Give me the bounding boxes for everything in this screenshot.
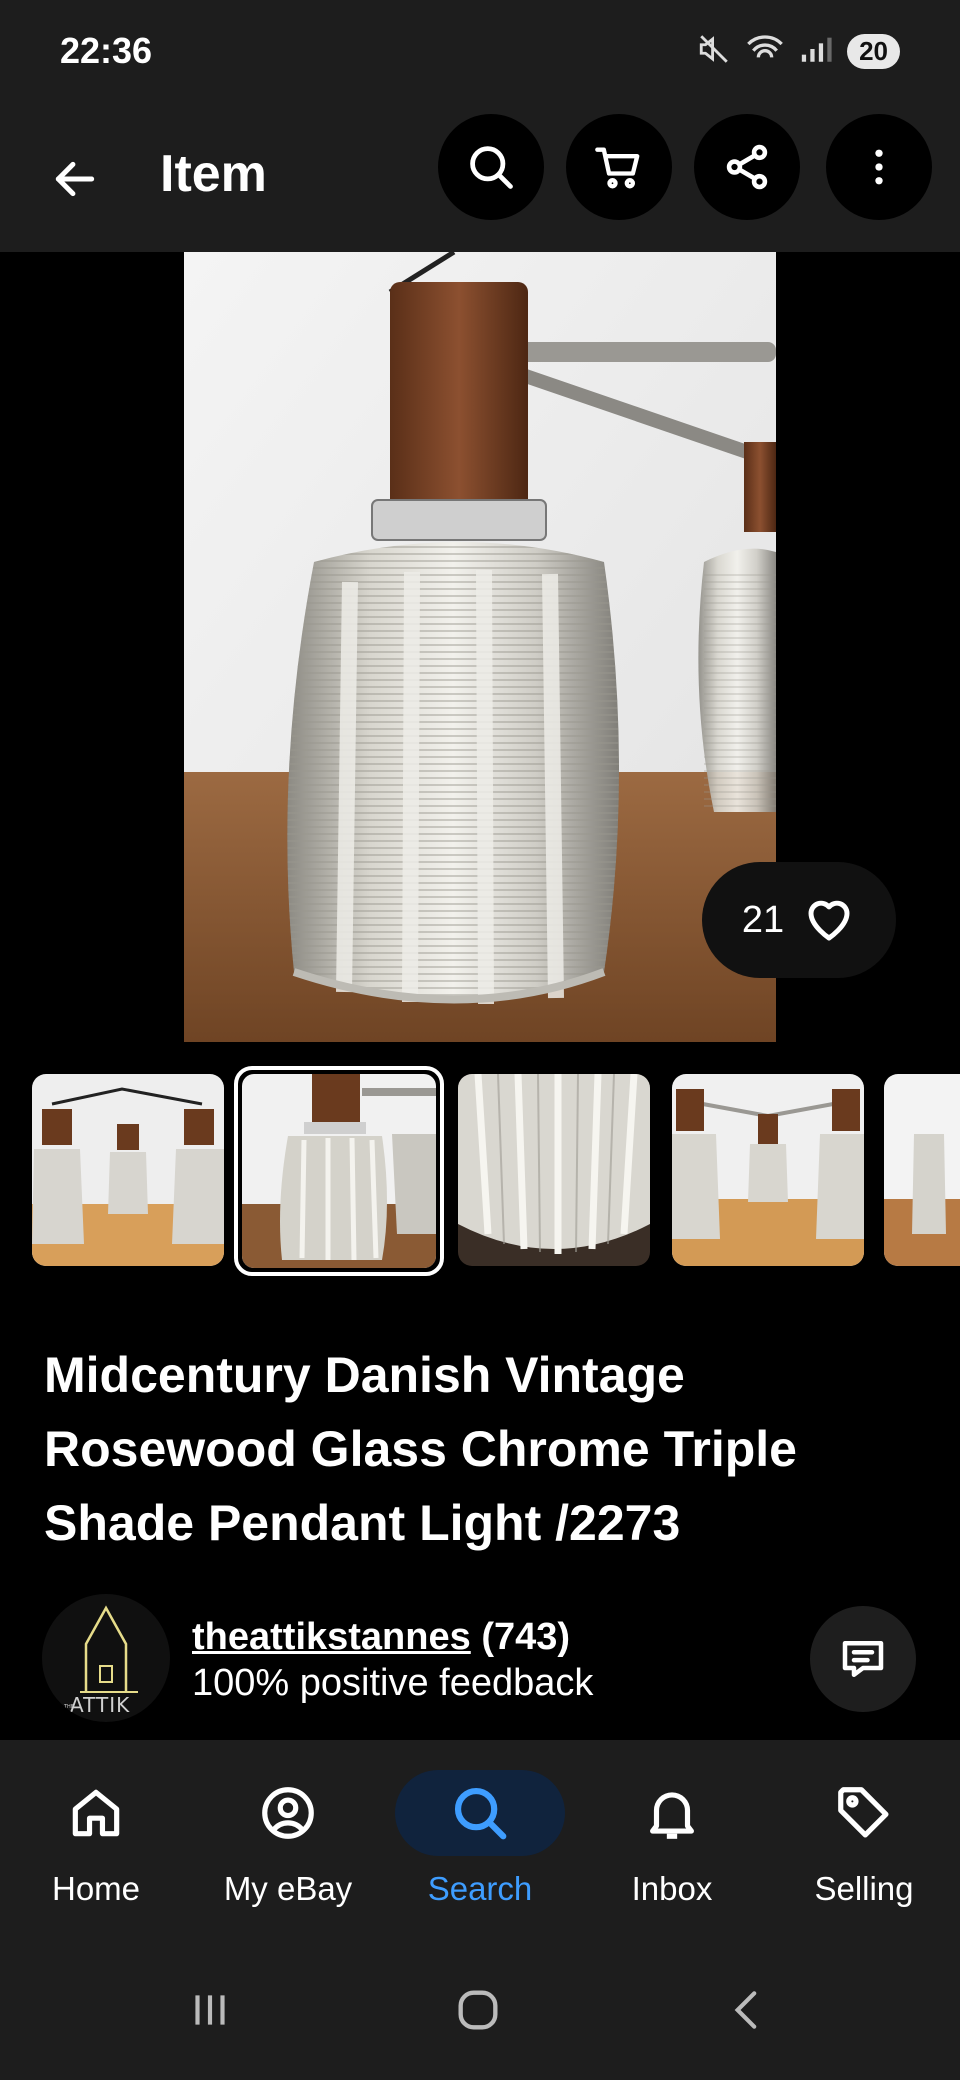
page-title: Item (160, 145, 267, 203)
back-button[interactable] (40, 144, 110, 214)
arrow-left-icon (55, 161, 95, 197)
nav-selling[interactable]: Selling (768, 1770, 960, 1930)
thumbnail-strip (0, 1066, 960, 1276)
home-system-button[interactable] (438, 1980, 518, 2040)
more-vertical-icon (875, 149, 883, 185)
seller-card: THE ATTIK theattikstannes (743) 100% pos… (0, 1592, 960, 1740)
cart-button[interactable] (566, 114, 672, 220)
user-icon (262, 1787, 314, 1839)
back-system-button[interactable] (708, 1980, 788, 2040)
nav-icon-wrap (203, 1770, 373, 1856)
seller-name-line: theattikstannes (743) (192, 1616, 570, 1659)
nav-my-ebay[interactable]: My eBay (192, 1770, 384, 1930)
system-navigation (0, 1940, 960, 2080)
home-icon (72, 1789, 120, 1837)
item-title-line: Rosewood Glass Chrome Triple (44, 1421, 797, 1477)
bottom-navigation: Home My eBay Search Inbox Selling (0, 1740, 960, 1940)
chevron-left-icon (734, 1991, 757, 2029)
cart-icon (595, 147, 640, 189)
share-button[interactable] (694, 114, 800, 220)
seller-name-link[interactable]: theattikstannes (192, 1616, 471, 1658)
thumbnail[interactable] (884, 1074, 960, 1266)
wifi-icon (745, 32, 785, 71)
nav-icon-wrap (395, 1770, 565, 1856)
search-icon (454, 1787, 507, 1840)
seller-feedback: 100% positive feedback (192, 1662, 594, 1704)
status-time: 22:36 (60, 30, 153, 71)
product-image[interactable] (184, 252, 776, 1042)
heart-icon (808, 900, 850, 941)
signal-icon (799, 34, 833, 69)
nav-label: Search (427, 1870, 533, 1907)
thumbnail-selected[interactable] (234, 1066, 444, 1276)
nav-icon-wrap (587, 1770, 757, 1856)
nav-icon-wrap (779, 1770, 949, 1856)
nav-label: Selling (814, 1870, 914, 1907)
nav-label: Inbox (631, 1870, 713, 1907)
nav-home[interactable]: Home (0, 1770, 192, 1930)
bell-icon (650, 1792, 694, 1839)
thumbnail[interactable] (672, 1074, 864, 1266)
thumbnail[interactable] (458, 1074, 650, 1266)
nav-inbox[interactable]: Inbox (576, 1770, 768, 1930)
battery-indicator: 20 (847, 34, 900, 69)
watch-count: 21 (741, 898, 785, 941)
app-bar: Item (0, 104, 960, 252)
tag-icon (838, 1787, 889, 1838)
nav-label: Home (51, 1870, 141, 1907)
status-icons: 20 (697, 32, 900, 71)
mute-icon (697, 32, 731, 71)
recents-button[interactable] (170, 1980, 250, 2040)
avatar-logo-text: ATTIK (70, 1693, 130, 1717)
item-title-line: Shade Pendant Light /2273 (44, 1495, 681, 1551)
more-button[interactable] (826, 114, 932, 220)
watchers-button[interactable]: 21 (702, 862, 896, 978)
share-icon (726, 144, 768, 190)
search-icon (470, 146, 513, 189)
home-circle-icon (458, 1990, 498, 2030)
seller-score: (743) (481, 1616, 571, 1658)
chat-icon (842, 1641, 884, 1677)
contact-seller-button[interactable] (810, 1606, 916, 1712)
item-title-line: Midcentury Danish Vintage (44, 1347, 685, 1403)
search-button[interactable] (438, 114, 544, 220)
recents-icon (195, 1995, 225, 2025)
nav-label: My eBay (223, 1870, 353, 1907)
status-bar: 22:36 20 (0, 0, 960, 104)
item-title: Midcentury Danish Vintage Rosewood Glass… (44, 1338, 924, 1560)
thumbnail[interactable] (32, 1074, 224, 1266)
image-gallery[interactable]: 21 (0, 252, 960, 1042)
nav-icon-wrap (11, 1770, 181, 1856)
seller-avatar[interactable]: THE ATTIK (42, 1594, 170, 1722)
nav-search[interactable]: Search (384, 1770, 576, 1930)
